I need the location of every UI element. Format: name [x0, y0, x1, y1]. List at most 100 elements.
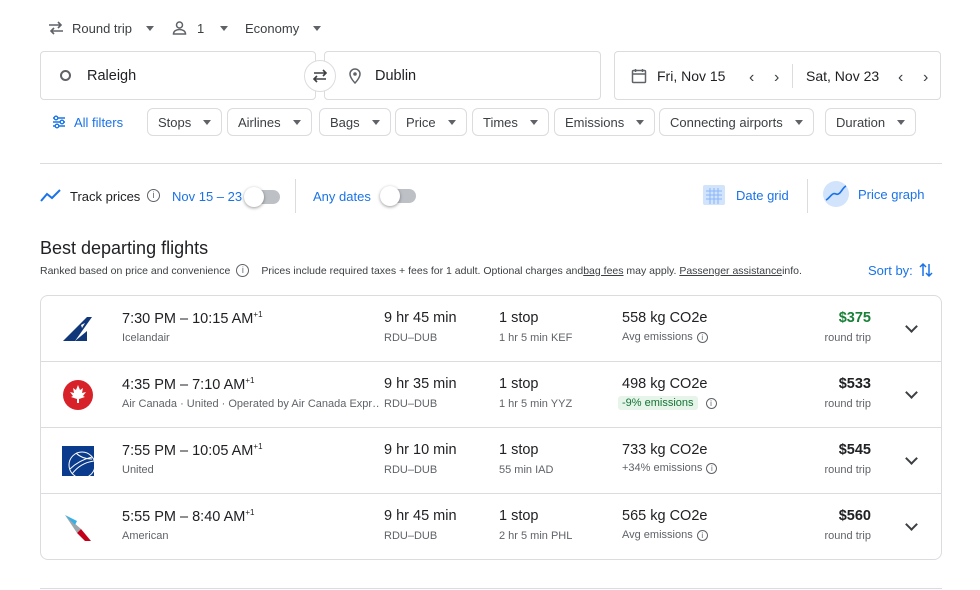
layover: 55 min IAD [499, 464, 554, 476]
chip-label: Emissions [565, 114, 625, 130]
chevron-down-icon [794, 119, 803, 125]
times-text: 5:55 PM – 8:40 AM [122, 508, 246, 525]
filter-chip-connecting-airports[interactable]: Connecting airports [659, 108, 814, 136]
filter-chip-airlines[interactable]: Airlines [227, 108, 312, 136]
price-graph-icon [823, 181, 849, 207]
chevron-down-icon [447, 119, 456, 125]
any-dates-toggle[interactable] [380, 186, 416, 206]
passengers-select[interactable]: 1 [172, 14, 229, 42]
filter-chip-price[interactable]: Price [395, 108, 467, 136]
emissions-text: Avg emissions [622, 529, 693, 541]
air-canada-logo [63, 380, 93, 410]
filter-chip-times[interactable]: Times [472, 108, 549, 136]
duration: 9 hr 45 min [384, 310, 457, 326]
price-graph-button[interactable]: Price graph [822, 180, 924, 208]
emissions-note: Avg emissions i [622, 331, 708, 343]
price-info-middle: may apply. [623, 264, 680, 277]
origin-circle-icon [60, 70, 71, 81]
times-text: 7:55 PM – 10:05 AM [122, 442, 254, 459]
co2: 498 kg CO2e [622, 376, 708, 392]
stops: 1 stop [499, 310, 539, 326]
stops: 1 stop [499, 376, 539, 392]
results-list: 7:30 PM – 10:15 AM+1 Icelandair 9 hr 45 … [40, 295, 942, 560]
return-date-value[interactable]: Sat, Nov 23 [806, 68, 879, 84]
chip-label: Bags [330, 114, 360, 130]
times-text: 7:30 PM – 10:15 AM [122, 310, 254, 327]
flight-row[interactable]: 5:55 PM – 8:40 AM+1 American 9 hr 45 min… [41, 494, 941, 559]
flight-row[interactable]: 4:35 PM – 7:10 AM+1 Air Canada · United … [41, 362, 941, 428]
info-icon[interactable]: i [236, 264, 250, 277]
next-date-icon[interactable]: › [923, 69, 928, 87]
prev-date-icon[interactable]: ‹ [749, 69, 754, 87]
cabin-select[interactable]: Economy [245, 14, 322, 42]
swap-arrows-icon [49, 21, 63, 35]
track-prices-toggle[interactable] [244, 187, 280, 207]
bag-fees-link[interactable]: bag fees [583, 265, 623, 277]
chevron-down-icon [313, 25, 322, 31]
trip-type-select[interactable]: Round trip [48, 14, 154, 42]
destination-value: Dublin [375, 67, 417, 84]
chip-label: Airlines [238, 114, 281, 130]
next-date-icon[interactable]: › [774, 69, 779, 87]
price-info-suffix: info. [782, 264, 802, 277]
route: RDU–DUB [384, 464, 438, 476]
destination-field[interactable]: Dublin [324, 51, 601, 100]
duration: 9 hr 35 min [384, 376, 457, 392]
expand-chevron-icon[interactable] [905, 320, 918, 333]
sort-label: Sort by: [868, 262, 913, 278]
layover: 1 hr 5 min YYZ [499, 398, 573, 410]
filter-chip-duration[interactable]: Duration [825, 108, 917, 136]
info-icon[interactable]: i [705, 397, 717, 409]
filter-chip-stops[interactable]: Stops [147, 108, 223, 136]
price-type: round trip [824, 332, 871, 344]
date-divider [792, 64, 793, 88]
duration: 9 hr 45 min [384, 508, 457, 524]
sort-button[interactable]: Sort by: [868, 262, 933, 278]
section-title: Best departing flights [40, 238, 209, 258]
trip-type-label: Round trip [72, 20, 132, 36]
prev-date-icon[interactable]: ‹ [898, 69, 903, 87]
stops: 1 stop [499, 442, 539, 458]
all-filters-button[interactable]: All filters [52, 108, 123, 136]
chevron-down-icon [220, 25, 229, 31]
ranking-info: Ranked based on price and convenience i … [40, 264, 802, 277]
info-icon[interactable]: i [706, 462, 718, 474]
date-field[interactable]: Fri, Nov 15 ‹ › Sat, Nov 23 ‹ › [614, 51, 941, 100]
co2: 565 kg CO2e [622, 508, 708, 524]
toggle-knob [244, 187, 264, 207]
price: $545 [838, 442, 871, 458]
flight-row[interactable]: 7:55 PM – 10:05 AM+1 United 9 hr 10 min … [41, 428, 941, 494]
emissions-note: Avg emissions i [622, 529, 708, 541]
duration: 9 hr 10 min [384, 442, 457, 458]
price-type: round trip [824, 398, 871, 410]
swap-places-button[interactable] [304, 60, 336, 92]
expand-chevron-icon[interactable] [905, 386, 918, 399]
info-icon[interactable]: i [696, 331, 708, 343]
flight-row[interactable]: 7:30 PM – 10:15 AM+1 Icelandair 9 hr 45 … [41, 296, 941, 362]
date-grid-button[interactable]: Date grid [702, 181, 789, 209]
emissions-badge: -9% emissions [618, 396, 698, 410]
chevron-down-icon [636, 119, 645, 125]
filter-chip-emissions[interactable]: Emissions [554, 108, 656, 136]
price-type: round trip [824, 464, 871, 476]
filter-chip-bags[interactable]: Bags [319, 108, 391, 136]
info-icon[interactable]: i [147, 189, 160, 202]
price-type: round trip [824, 530, 871, 542]
chip-label: Duration [836, 114, 886, 130]
airline-name: Icelandair [122, 332, 170, 344]
route: RDU–DUB [384, 398, 438, 410]
expand-chevron-icon[interactable] [905, 518, 918, 531]
passenger-assistance-link[interactable]: Passenger assistance [679, 265, 782, 277]
expand-chevron-icon[interactable] [905, 452, 918, 465]
flight-times: 5:55 PM – 8:40 AM+1 [122, 508, 254, 525]
info-icon[interactable]: i [696, 529, 708, 541]
depart-date[interactable]: Fri, Nov 15 [631, 52, 725, 99]
trend-line-icon [40, 189, 61, 202]
swap-arrows-icon [312, 69, 328, 83]
filter-sliders-icon [53, 115, 65, 129]
layover: 1 hr 5 min KEF [499, 332, 573, 344]
chevron-down-icon [897, 119, 906, 125]
emissions-text: Avg emissions [622, 331, 693, 343]
cabin-label: Economy [245, 20, 300, 36]
origin-field[interactable]: Raleigh [40, 51, 316, 100]
